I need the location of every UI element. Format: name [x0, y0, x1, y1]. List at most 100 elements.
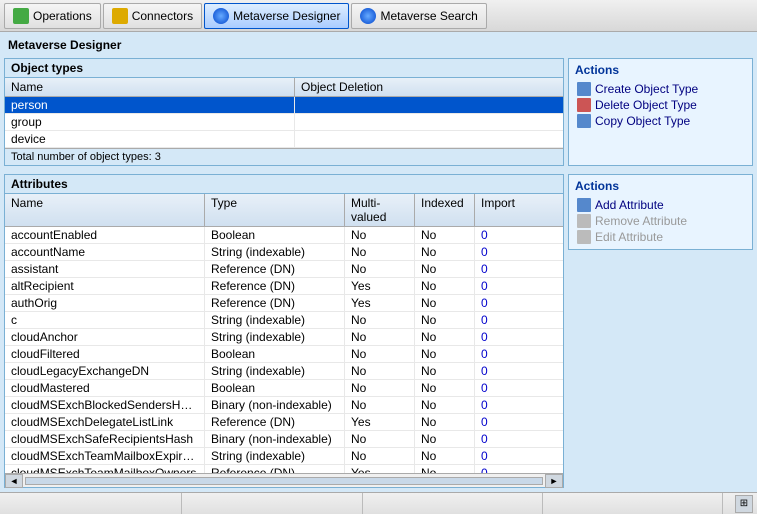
create-object-type-button[interactable]: Create Object Type [575, 81, 746, 97]
horizontal-scrollbar[interactable]: ◄ ► [5, 473, 563, 487]
attr-multi-cell: Yes [345, 295, 415, 311]
metaverse-designer-button[interactable]: Metaverse Designer [204, 3, 349, 29]
copy-object-type-label: Copy Object Type [595, 114, 690, 128]
attr-name-cell: cloudMSExchTeamMailboxOwners [5, 465, 205, 473]
attr-type-cell: String (indexable) [205, 363, 345, 379]
metaverse-designer-title: Metaverse Designer [4, 36, 753, 54]
table-row[interactable]: accountEnabled Boolean No No 0 [5, 227, 563, 244]
attr-import-cell: 0 [475, 465, 530, 473]
table-row[interactable]: cloudMSExchDelegateListLink Reference (D… [5, 414, 563, 431]
attr-indexed-cell: No [415, 414, 475, 430]
attr-multi-cell: No [345, 261, 415, 277]
attr-type-cell: Binary (non-indexable) [205, 397, 345, 413]
attr-indexed-cell: No [415, 397, 475, 413]
table-row[interactable]: c String (indexable) No No 0 [5, 312, 563, 329]
obj-del-cell [295, 114, 465, 130]
attr-name-cell: cloudMSExchDelegateListLink [5, 414, 205, 430]
attr-name-cell: cloudMSExchTeamMailboxExpirati... [5, 448, 205, 464]
upper-section: Object types Name Object Deletion person… [4, 58, 753, 166]
attr-import-cell: 0 [475, 363, 530, 379]
obj-name-cell: group [5, 114, 295, 130]
attr-name-header: Name [5, 194, 205, 226]
metaverse-search-button[interactable]: Metaverse Search [351, 3, 486, 29]
attributes-label: Attributes [5, 175, 563, 194]
operations-icon [13, 8, 29, 24]
attr-type-cell: Reference (DN) [205, 414, 345, 430]
resize-button[interactable]: ⊞ [735, 495, 753, 513]
copy-object-type-button[interactable]: Copy Object Type [575, 113, 746, 129]
object-types-body: person group device [5, 97, 563, 148]
scroll-right-button[interactable]: ► [545, 474, 563, 488]
attr-type-cell: String (indexable) [205, 448, 345, 464]
attr-indexed-cell: No [415, 312, 475, 328]
attr-type-cell: Binary (non-indexable) [205, 431, 345, 447]
object-types-footer: Total number of object types: 3 [5, 148, 563, 165]
table-row[interactable]: altRecipient Reference (DN) Yes No 0 [5, 278, 563, 295]
attributes-scroll-area[interactable]: accountEnabled Boolean No No 0 accountNa… [5, 227, 563, 473]
attr-import-cell: 0 [475, 414, 530, 430]
attribute-actions-title: Actions [575, 179, 746, 193]
object-types-panel: Object types Name Object Deletion person… [4, 58, 564, 166]
attr-type-cell: String (indexable) [205, 244, 345, 260]
attr-import-cell: 0 [475, 380, 530, 396]
attr-name-cell: assistant [5, 261, 205, 277]
main-content: Metaverse Designer Object types Name Obj… [0, 32, 757, 492]
table-row[interactable]: authOrig Reference (DN) Yes No 0 [5, 295, 563, 312]
attr-name-cell: cloudLegacyExchangeDN [5, 363, 205, 379]
attr-indexed-cell: No [415, 278, 475, 294]
scroll-left-button[interactable]: ◄ [5, 474, 23, 488]
attr-type-cell: Reference (DN) [205, 295, 345, 311]
table-row[interactable]: cloudFiltered Boolean No No 0 [5, 346, 563, 363]
table-row[interactable]: cloudMastered Boolean No No 0 [5, 380, 563, 397]
horizontal-scrollbar-track[interactable] [25, 477, 543, 485]
attr-import-cell: 0 [475, 261, 530, 277]
attr-multi-cell: No [345, 380, 415, 396]
object-types-label: Object types [5, 59, 563, 78]
obj-name-cell: person [5, 97, 295, 113]
table-row[interactable]: accountName String (indexable) No No 0 [5, 244, 563, 261]
attributes-panel: Attributes Name Type Multi-valued Indexe… [4, 174, 564, 488]
attr-multi-cell: No [345, 363, 415, 379]
table-row[interactable]: cloudMSExchTeamMailboxOwners Reference (… [5, 465, 563, 473]
attr-indexed-cell: No [415, 329, 475, 345]
attr-name-cell: altRecipient [5, 278, 205, 294]
table-row[interactable]: cloudAnchor String (indexable) No No 0 [5, 329, 563, 346]
col-obj-del-header: Object Deletion [295, 78, 465, 96]
delete-object-type-button[interactable]: Delete Object Type [575, 97, 746, 113]
delete-object-type-icon [577, 98, 591, 112]
attr-import-cell: 0 [475, 278, 530, 294]
table-row[interactable]: person [5, 97, 563, 114]
scroll-spacer [530, 194, 544, 226]
app-window: Operations Connectors Metaverse Designer… [0, 0, 757, 514]
attr-multi-cell: No [345, 397, 415, 413]
object-actions-title: Actions [575, 63, 746, 77]
attr-name-cell: authOrig [5, 295, 205, 311]
status-cell-4 [545, 493, 723, 514]
status-cell-5 [725, 493, 733, 514]
table-row[interactable]: device [5, 131, 563, 148]
operations-button[interactable]: Operations [4, 3, 101, 29]
add-attribute-button[interactable]: Add Attribute [575, 197, 746, 213]
attr-import-cell: 0 [475, 431, 530, 447]
remove-attribute-button[interactable]: Remove Attribute [575, 213, 746, 229]
table-row[interactable]: cloudMSExchSafeRecipientsHash Binary (no… [5, 431, 563, 448]
attr-type-cell: Reference (DN) [205, 465, 345, 473]
table-row[interactable]: cloudMSExchTeamMailboxExpirati... String… [5, 448, 563, 465]
attr-import-cell: 0 [475, 397, 530, 413]
metaverse-designer-icon [213, 8, 229, 24]
attr-indexed-header: Indexed [415, 194, 475, 226]
table-row[interactable]: cloudLegacyExchangeDN String (indexable)… [5, 363, 563, 380]
table-row[interactable]: assistant Reference (DN) No No 0 [5, 261, 563, 278]
status-cell-3 [365, 493, 543, 514]
edit-attribute-button[interactable]: Edit Attribute [575, 229, 746, 245]
connectors-button[interactable]: Connectors [103, 3, 202, 29]
attr-name-cell: c [5, 312, 205, 328]
attr-type-cell: String (indexable) [205, 312, 345, 328]
attr-indexed-cell: No [415, 380, 475, 396]
object-types-header-row: Name Object Deletion [5, 78, 563, 97]
attr-multi-cell: No [345, 329, 415, 345]
attr-type-cell: Boolean [205, 346, 345, 362]
table-row[interactable]: group [5, 114, 563, 131]
table-row[interactable]: cloudMSExchBlockedSendersHash Binary (no… [5, 397, 563, 414]
obj-del-cell [295, 97, 465, 113]
